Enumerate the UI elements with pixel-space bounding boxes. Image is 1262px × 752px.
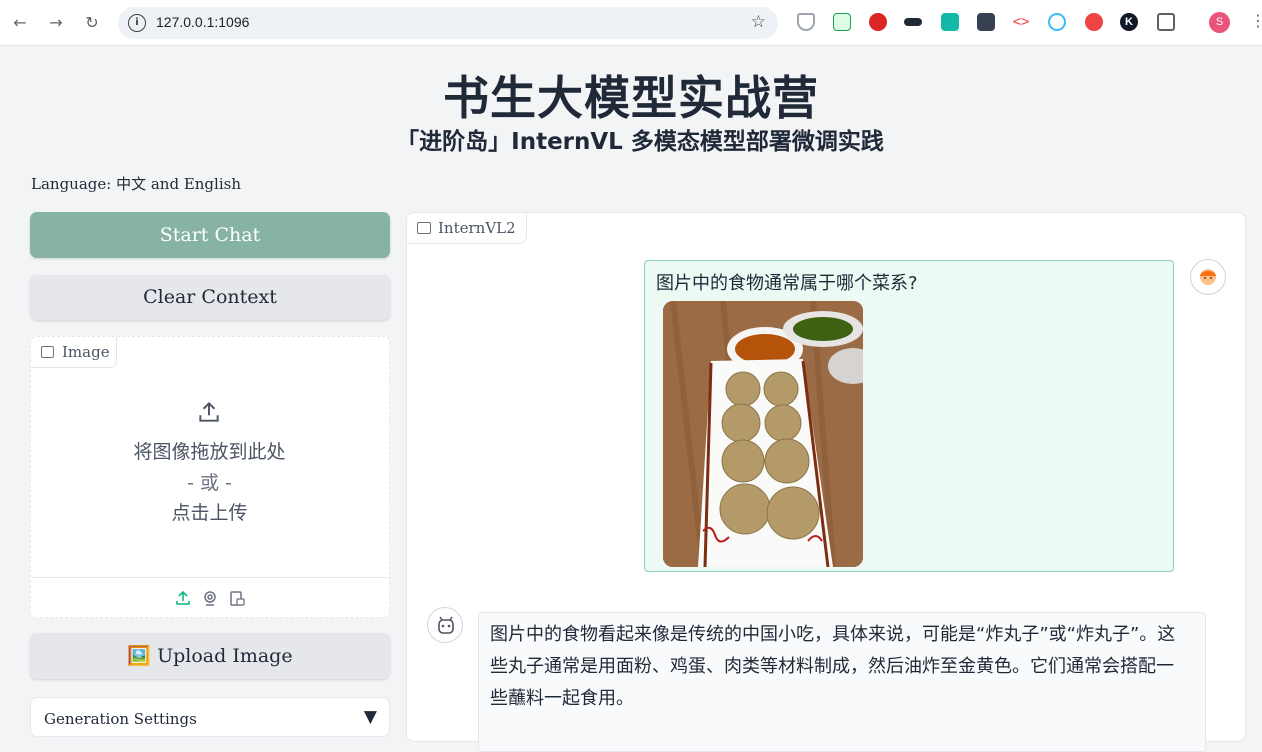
bot-avatar bbox=[427, 607, 463, 643]
bookmark-star-icon[interactable]: ☆ bbox=[751, 12, 766, 32]
bot-message-text: 图片中的食物看起来像是传统的中国小吃，具体来说，可能是“炸丸子”或“炸丸子”。这… bbox=[490, 624, 1176, 709]
image-source-toolbar bbox=[31, 577, 388, 617]
extension-grid-icon[interactable] bbox=[977, 13, 995, 31]
address-bar[interactable]: i 127.0.0.1:1096 ☆ bbox=[118, 7, 778, 39]
site-info-icon[interactable]: i bbox=[128, 14, 146, 32]
page-subtitle: 「进阶岛」InternVL 多模态模型部署微调实践 bbox=[396, 129, 884, 155]
extension-code-icon[interactable]: <> bbox=[1012, 13, 1030, 31]
chatbot-label-text: InternVL2 bbox=[438, 219, 516, 237]
chatbot-panel: InternVL2 图片中的食物通常属于哪个菜系? 图片中的食物看起来像是传统的… bbox=[406, 212, 1246, 752]
webcam-icon[interactable] bbox=[202, 590, 218, 606]
extension-teal-icon[interactable] bbox=[941, 13, 959, 31]
generation-settings-accordion[interactable]: Generation Settings ▼ bbox=[30, 697, 390, 737]
extension-k-icon[interactable]: K bbox=[1120, 13, 1138, 31]
image-label-text: Image bbox=[62, 343, 110, 361]
upload-icon bbox=[199, 401, 219, 422]
chatbot-label: InternVL2 bbox=[407, 213, 527, 244]
clear-context-button[interactable]: Clear Context bbox=[30, 275, 390, 320]
user-message-text: 图片中的食物通常属于哪个菜系? bbox=[656, 273, 918, 294]
url-text[interactable]: 127.0.0.1:1096 bbox=[156, 14, 249, 30]
extension-red-icon[interactable] bbox=[869, 13, 887, 31]
extension-shield-icon[interactable] bbox=[797, 13, 815, 31]
upload-source-icon[interactable] bbox=[175, 590, 191, 606]
user-message-bubble: 图片中的食物通常属于哪个菜系? bbox=[644, 260, 1174, 572]
food-photo bbox=[663, 301, 863, 567]
upload-image-button[interactable]: 🖼️ Upload Image bbox=[30, 633, 390, 679]
back-icon[interactable]: ← bbox=[9, 11, 31, 33]
extension-green-icon[interactable] bbox=[833, 13, 851, 31]
image-icon bbox=[41, 346, 54, 358]
chat-icon bbox=[417, 222, 431, 234]
drop-text: 将图像拖放到此处 bbox=[133, 441, 286, 463]
or-text: - 或 - bbox=[187, 472, 232, 494]
user-avatar bbox=[1190, 259, 1226, 295]
extension-mask-icon[interactable] bbox=[904, 18, 922, 26]
click-upload-text: 点击上传 bbox=[171, 502, 248, 524]
image-upload-dropzone[interactable]: Image 将图像拖放到此处 - 或 - 点击上传 bbox=[30, 336, 390, 618]
bot-message-bubble: 图片中的食物看起来像是传统的中国小吃，具体来说，可能是“炸丸子”或“炸丸子”。这… bbox=[478, 612, 1206, 752]
extension-badge-icon[interactable] bbox=[1085, 13, 1103, 31]
image-label: Image bbox=[31, 337, 117, 368]
forward-icon[interactable]: → bbox=[45, 11, 67, 33]
generation-settings-label: Generation Settings bbox=[44, 710, 197, 728]
user-avatar-icon bbox=[1200, 269, 1216, 285]
page-title: 书生大模型实战营 bbox=[443, 71, 819, 125]
reload-icon[interactable]: ↻ bbox=[81, 11, 103, 33]
start-chat-button[interactable]: Start Chat bbox=[30, 212, 390, 258]
language-label: Language: 中文 and English bbox=[31, 175, 241, 193]
bot-avatar-icon bbox=[438, 616, 454, 634]
clipboard-icon[interactable] bbox=[229, 590, 245, 606]
browser-menu-icon[interactable]: ⋮ bbox=[1250, 11, 1262, 30]
profile-avatar[interactable]: S bbox=[1209, 12, 1230, 33]
caret-down-icon[interactable]: ▼ bbox=[364, 707, 377, 727]
extension-bear-icon[interactable] bbox=[1048, 13, 1066, 31]
browser-toolbar: ← → ↻ i 127.0.0.1:1096 ☆ <> K S ⋮ bbox=[0, 0, 1262, 46]
extensions-puzzle-icon[interactable] bbox=[1157, 13, 1175, 31]
